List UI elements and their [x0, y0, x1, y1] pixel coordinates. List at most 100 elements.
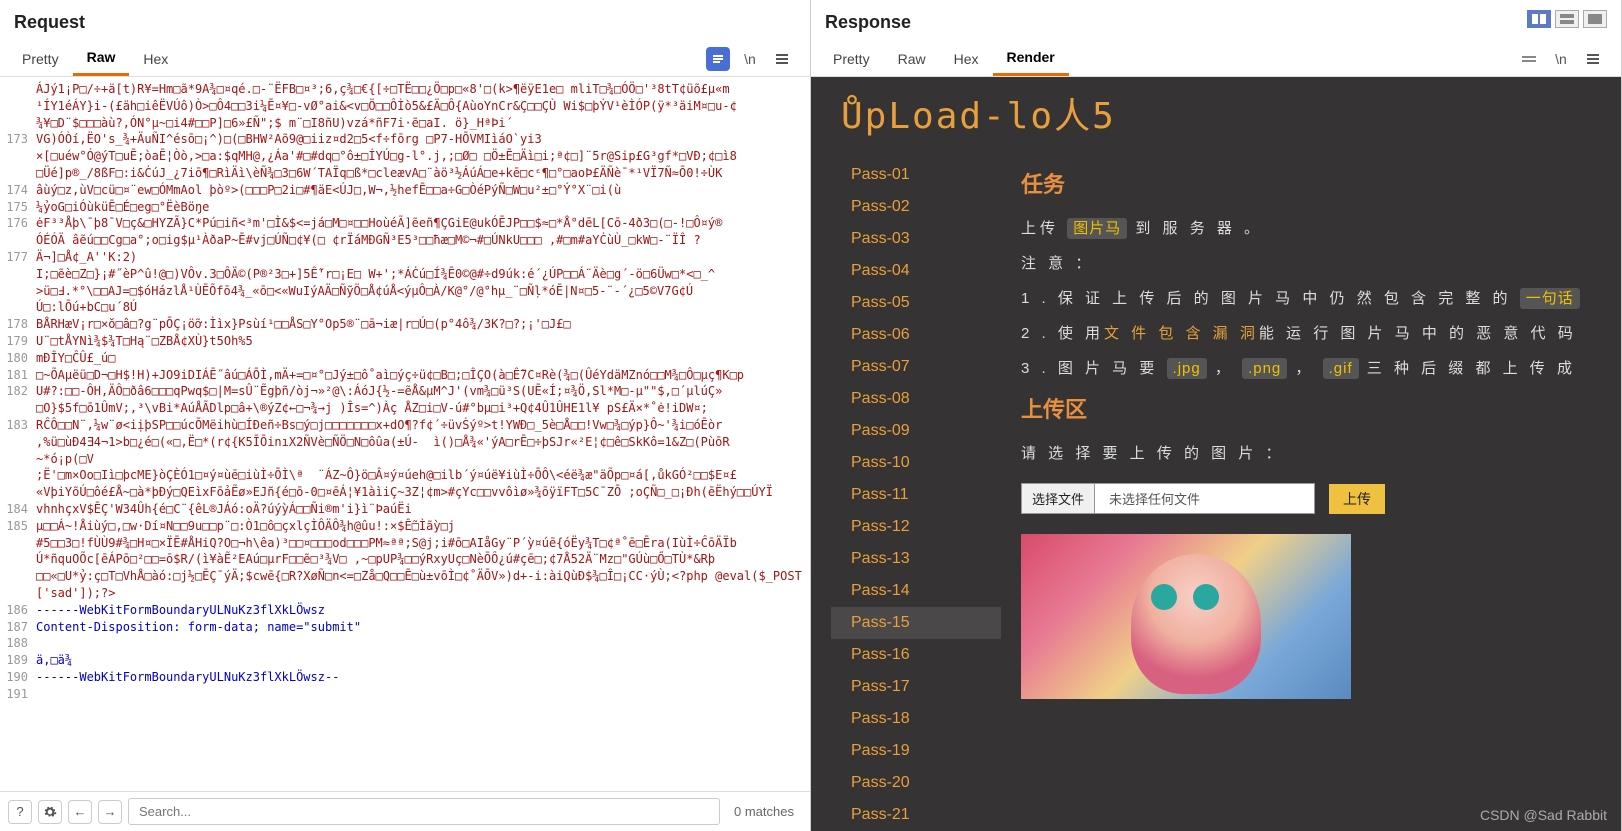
tab-hex[interactable]: Hex: [129, 43, 182, 75]
sidebar-item-pass-03[interactable]: Pass-03: [831, 223, 1001, 255]
line-text: VG)ÓÒí,ËO's_¾+ÄuÑI^ésō□¡^)□(□BHW²Aõ9@□ii…: [36, 131, 810, 148]
tab-render[interactable]: Render: [993, 41, 1069, 76]
line-text: Content-Disposition: form-data; name="su…: [36, 619, 810, 636]
line-text: ;Ë'□m×Oo□Iì□þcME}òÇÈÓ1□¤ý¤ùē□iùÌ÷ŌÌ\ª ¨Á…: [36, 467, 810, 484]
request-raw-body[interactable]: ÁJý1¡P□/÷+ä[t)R¥=Hm□ã*9A¾□¤qé.□-¨ËFB□¤³;…: [0, 77, 810, 791]
line-number: [0, 232, 36, 249]
match-count: 0 matches: [726, 804, 802, 819]
sidebar-item-pass-05[interactable]: Pass-05: [831, 287, 1001, 319]
line-number: [0, 535, 36, 552]
choose-file-button[interactable]: 选择文件: [1021, 483, 1095, 514]
sidebar-item-pass-09[interactable]: Pass-09: [831, 415, 1001, 447]
sidebar-item-pass-08[interactable]: Pass-08: [831, 383, 1001, 415]
view-split-icon[interactable]: [1527, 10, 1551, 28]
line-number: [0, 400, 36, 417]
upload-button[interactable]: 上传: [1329, 484, 1385, 514]
sidebar-item-pass-14[interactable]: Pass-14: [831, 575, 1001, 607]
next-icon[interactable]: →: [98, 800, 122, 824]
line-number: [0, 148, 36, 165]
line-text: RĈÔ□□N¨,¼w¨ø<iịþSP□□úcŌMëihù□ÍÐeñ÷Bs□ý□j…: [36, 417, 810, 434]
file-name-label: 未选择任何文件: [1095, 483, 1315, 514]
line-text: ėF³³Åþ\¯þ8¯V□ç&□HYZÃ}C*Pú□iñ<³m'□Ì&$<=já…: [36, 215, 810, 232]
sidebar-item-pass-07[interactable]: Pass-07: [831, 351, 1001, 383]
sidebar-item-pass-12[interactable]: Pass-12: [831, 511, 1001, 543]
search-input[interactable]: [128, 798, 720, 825]
line-text: □□«□U*ỷ:ç□T□VhÅ□àó:□j½□ĒÇ¯ýÄ;$cwē{□R?XøÑ…: [36, 568, 810, 602]
line-number: [0, 81, 36, 98]
sidebar-item-pass-11[interactable]: Pass-11: [831, 479, 1001, 511]
menu-resp-icon[interactable]: [1581, 47, 1605, 71]
tab-pretty[interactable]: Pretty: [8, 43, 73, 75]
sidebar-item-pass-17[interactable]: Pass-17: [831, 671, 1001, 703]
newline-resp-icon[interactable]: \n: [1549, 47, 1573, 71]
line-number: 183: [0, 417, 36, 434]
gear-icon[interactable]: [38, 800, 62, 824]
request-footer: ? ← → 0 matches: [0, 791, 810, 831]
line-text: ¼ỷoG□iÓùküĒ□É□eg□°ËèBöŋe: [36, 199, 810, 216]
file-row: 选择文件 未选择任何文件 上传: [1021, 483, 1581, 514]
challenge-content: 任务 上传 图片马 到 服 务 器 。 注 意 ： 1 . 保 证 上 传 后 …: [1001, 149, 1601, 831]
task-line1: 上传 图片马 到 服 务 器 。: [1021, 217, 1581, 238]
line-number: 175: [0, 199, 36, 216]
sidebar-item-pass-06[interactable]: Pass-06: [831, 319, 1001, 351]
line-number: [0, 283, 36, 300]
line-text: BÅRHæV¡r□×ŏ□â□?g¨pŌÇ¡öỡ:Ììx}Psùí¹□□ÅS□Y°…: [36, 316, 810, 333]
sidebar-item-pass-10[interactable]: Pass-10: [831, 447, 1001, 479]
line-number: 174: [0, 182, 36, 199]
line-number: 188: [0, 635, 36, 652]
sidebar-item-pass-19[interactable]: Pass-19: [831, 735, 1001, 767]
prev-icon[interactable]: ←: [68, 800, 92, 824]
line-number: [0, 467, 36, 484]
line-text: ä,□ä¾: [36, 652, 810, 669]
line-text: ÓÉÓÄ âẽú□□Cg□a°;o□ig$μ¹ÀðaP~Ē#vj□ÚÑ□¢¥(□…: [36, 232, 810, 249]
line-text: [36, 686, 810, 703]
line-number: 173: [0, 131, 36, 148]
sidebar-item-pass-04[interactable]: Pass-04: [831, 255, 1001, 287]
sidebar-item-pass-21[interactable]: Pass-21: [831, 799, 1001, 831]
line-number: [0, 266, 36, 283]
line-text: □Üé]p®_/8ßF□:i&ĊúJ_¿7iō¶□RìÄì\èÑ¾□3□6W´T…: [36, 165, 810, 182]
actions-icon[interactable]: [706, 47, 730, 71]
sidebar-item-pass-01[interactable]: Pass-01: [831, 159, 1001, 191]
newline-icon[interactable]: \n: [738, 47, 762, 71]
line-text: Ä¬]□Å¢_A''K:2): [36, 249, 810, 266]
line-number: 177: [0, 249, 36, 266]
tab-raw-resp[interactable]: Raw: [884, 43, 940, 75]
menu-icon[interactable]: [770, 47, 794, 71]
watermark: CSDN @Sad Rabbit: [1480, 807, 1607, 823]
line-number: [0, 451, 36, 468]
sidebar-item-pass-16[interactable]: Pass-16: [831, 639, 1001, 671]
sidebar-item-pass-15[interactable]: Pass-15: [831, 607, 1001, 639]
line-number: 187: [0, 619, 36, 636]
expand-icon[interactable]: [1517, 47, 1541, 71]
line-text: [36, 635, 810, 652]
line-text: U#?:□□-ÔH,ÄÔ□ðâ6□□□qPwq$□|M=sÛ¨Ẽgþñ/òj¬»…: [36, 383, 810, 400]
sidebar-item-pass-18[interactable]: Pass-18: [831, 703, 1001, 735]
line-text: Ú*ñquOÕc[ēÁPō□²□□=ō$R/(ì¥àẼ²EAú□μrF□□ẽ□³…: [36, 551, 810, 568]
line-number: 178: [0, 316, 36, 333]
line-number: 185: [0, 518, 36, 535]
upload-title: 上传区: [1021, 392, 1581, 424]
render-body: ŮpLoad-lo人5 Pass-01Pass-02Pass-03Pass-04…: [811, 77, 1621, 831]
line-number: [0, 551, 36, 568]
sidebar-item-pass-20[interactable]: Pass-20: [831, 767, 1001, 799]
line-text: ,%ü□ùÐ4Ǝ4¬1>b□¿é□(«□,Ë□*(r¢{K5ĪŌinıX2ÑVè…: [36, 434, 810, 451]
task-item-1: 1 . 保 证 上 传 后 的 图 片 马 中 仍 然 包 含 完 整 的 一句…: [1021, 287, 1581, 308]
tab-hex-resp[interactable]: Hex: [940, 43, 993, 75]
line-number: 180: [0, 350, 36, 367]
tab-pretty-resp[interactable]: Pretty: [819, 43, 884, 75]
task-title: 任务: [1021, 167, 1581, 199]
sidebar-item-pass-02[interactable]: Pass-02: [831, 191, 1001, 223]
tab-raw[interactable]: Raw: [73, 41, 130, 76]
view-single-icon[interactable]: [1583, 10, 1607, 28]
site-logo: ŮpLoad-lo人5: [811, 77, 1621, 149]
help-icon[interactable]: ?: [8, 800, 32, 824]
line-text: □O}$5f□ō1ÛmV;,³\vBi*AúÅÃDlp□â+\®ýZ¢←□¬¾→…: [36, 400, 810, 417]
line-text: ¾¥□D¨$□□□àù?,ÓN°μ~□i4#□□P]□6»£Ñ";$ m¨□I8…: [36, 115, 810, 132]
line-text: #5□□3□!fÙÙ9#¾□H¤□×ÏĒ#ÅHiQ?O□¬h\êa)³□□¤□□…: [36, 535, 810, 552]
line-number: 179: [0, 333, 36, 350]
request-title: Request: [0, 0, 810, 41]
view-horiz-icon[interactable]: [1555, 10, 1579, 28]
line-text: U¨□tÅYNì¾$¾T□Hą¨□ZBÅ¢XÙ}t5Oh%5: [36, 333, 810, 350]
sidebar-item-pass-13[interactable]: Pass-13: [831, 543, 1001, 575]
